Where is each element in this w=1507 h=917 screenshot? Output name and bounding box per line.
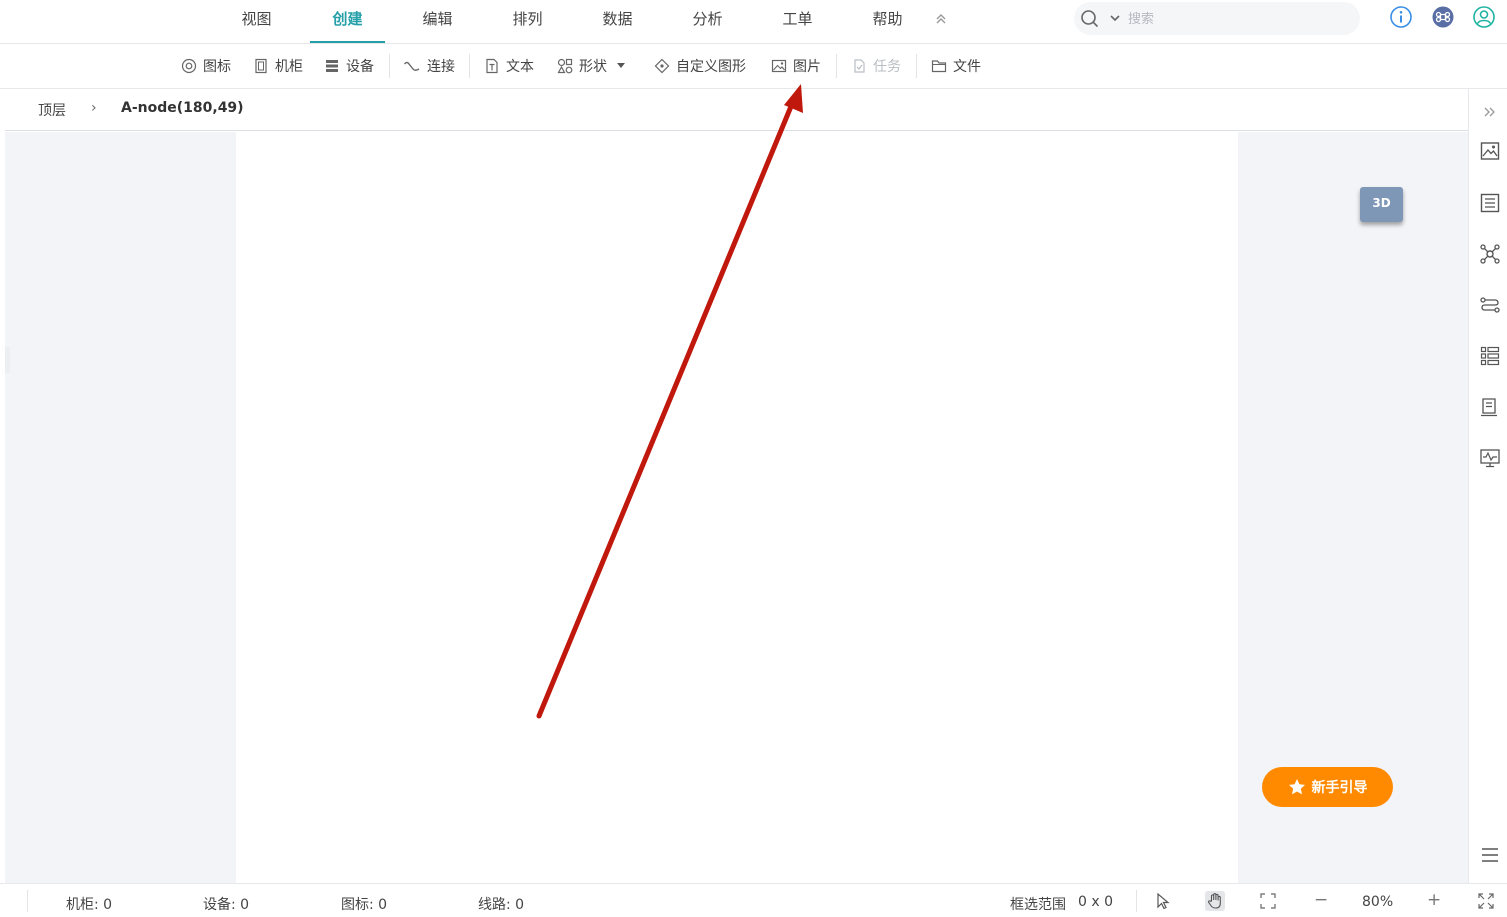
toolbar-divider [389,54,390,78]
left-panel-handle[interactable] [5,347,10,373]
connector-icon [403,61,420,71]
task-tool-button[interactable]: 任务 [851,56,901,76]
line-count: 线路: 0 [478,897,525,913]
status-divider [27,890,28,912]
drawing-page[interactable] [236,132,1238,883]
cabinet-tool-button[interactable]: 机柜 [253,56,303,76]
beginner-guide-label: 新手引导 [1311,780,1368,796]
caret-down-icon[interactable] [613,60,629,72]
right-side-panel [1468,89,1507,883]
tab-analysis[interactable]: 分析 [670,0,745,43]
icon-count: 图标: 0 [341,897,388,913]
text-file-icon [486,58,498,74]
zoom-out-button[interactable]: − [1314,890,1328,910]
search-box [1074,2,1360,35]
user-avatar-icon[interactable] [1472,5,1496,29]
image-panel-icon[interactable] [1479,140,1501,162]
server-icon [326,60,338,72]
breadcrumb-separator: › [91,100,97,116]
chevron-down-icon[interactable] [1109,12,1121,24]
route-icon[interactable] [1479,294,1501,316]
menu-bar: 视图 创建 编辑 排列 数据 分析 工单 帮助 [0,0,1507,44]
toolbar-divider [916,54,917,78]
tab-arrange[interactable]: 排列 [490,0,565,43]
beginner-guide-button[interactable]: 新手引导 [1262,767,1393,807]
search-icon[interactable] [1080,9,1100,29]
connect-tool-label: 连接 [427,59,455,75]
toolbar-divider [836,54,837,78]
tab-view[interactable]: 视图 [219,0,294,43]
target-icon [181,58,197,74]
folder-icon [931,60,947,73]
icon-tool-label: 图标 [203,59,231,75]
cabinet-tool-label: 机柜 [275,59,303,75]
monitor-chart-icon[interactable] [1479,447,1501,469]
breadcrumb: 顶层 › A-node(180,49) [5,89,1468,131]
file-tool-button[interactable]: 文件 [931,56,981,76]
image-tool-button[interactable]: 图片 [771,56,821,76]
star-icon [1288,779,1305,795]
custom-shape-tool-button[interactable]: 自定义图形 [654,56,746,76]
status-bar: 机柜: 0 设备: 0 图标: 0 线路: 0 框选范围 0 x 0 − 80%… [0,883,1507,917]
tab-create[interactable]: 创建 [310,0,385,43]
toggle-3d-button[interactable]: 3D [1360,187,1403,222]
canvas-area[interactable]: 3D 新手引导 [5,132,1468,883]
zoom-level: 80% [1362,894,1394,910]
cabinet-count: 机柜: 0 [66,897,113,913]
device-tool-button[interactable]: 设备 [324,56,374,76]
tab-workorder[interactable]: 工单 [760,0,835,43]
selection-range-label: 框选范围 [1010,897,1066,913]
tab-help[interactable]: 帮助 [850,0,925,43]
list-panel-icon[interactable] [1479,192,1501,214]
icon-tool-button[interactable]: 图标 [181,56,231,76]
image-icon [771,59,787,73]
pointer-icon[interactable] [1153,891,1173,911]
tab-data[interactable]: 数据 [580,0,655,43]
topology-icon[interactable] [1479,243,1501,265]
pen-nodes-icon [654,58,670,74]
shape-tool-label: 形状 [579,59,607,75]
device-count: 设备: 0 [203,897,250,913]
task-tool-label: 任务 [873,59,901,75]
info-icon[interactable] [1389,5,1413,29]
custom-shape-tool-label: 自定义图形 [676,59,746,75]
menu-icon[interactable] [1479,844,1501,866]
fit-page-icon[interactable] [1258,891,1278,911]
search-input[interactable] [1128,8,1348,30]
image-tool-label: 图片 [793,59,821,75]
task-icon [854,59,865,73]
layers-list-icon[interactable] [1479,345,1501,367]
text-tool-label: 文本 [506,59,534,75]
selection-range-value: 0 x 0 [1078,894,1113,910]
fullscreen-icon[interactable] [1476,891,1496,911]
status-divider [1136,890,1137,912]
toolbar-divider [469,54,470,78]
breadcrumb-root-link[interactable]: 顶层 [38,100,66,120]
connect-tool-button[interactable]: 连接 [403,56,455,76]
command-icon[interactable] [1431,5,1455,29]
cabinet-icon [255,58,267,74]
breadcrumb-current: A-node(180,49) [121,100,244,116]
create-toolbar: 图标 机柜 设备 连接 文本 形状 自定义图形 图片 任务 文件 [0,44,1507,89]
book-icon[interactable] [1479,396,1501,418]
text-tool-button[interactable]: 文本 [484,56,534,76]
hand-pan-icon[interactable] [1205,891,1225,911]
shapes-icon [557,58,573,74]
zoom-in-button[interactable]: + [1427,890,1441,910]
tab-edit[interactable]: 编辑 [400,0,475,43]
chevron-double-up-icon[interactable] [932,10,950,28]
device-tool-label: 设备 [346,59,374,75]
shape-tool-button[interactable]: 形状 [557,56,629,76]
file-tool-label: 文件 [953,59,981,75]
expand-panel-icon[interactable] [1479,101,1501,123]
